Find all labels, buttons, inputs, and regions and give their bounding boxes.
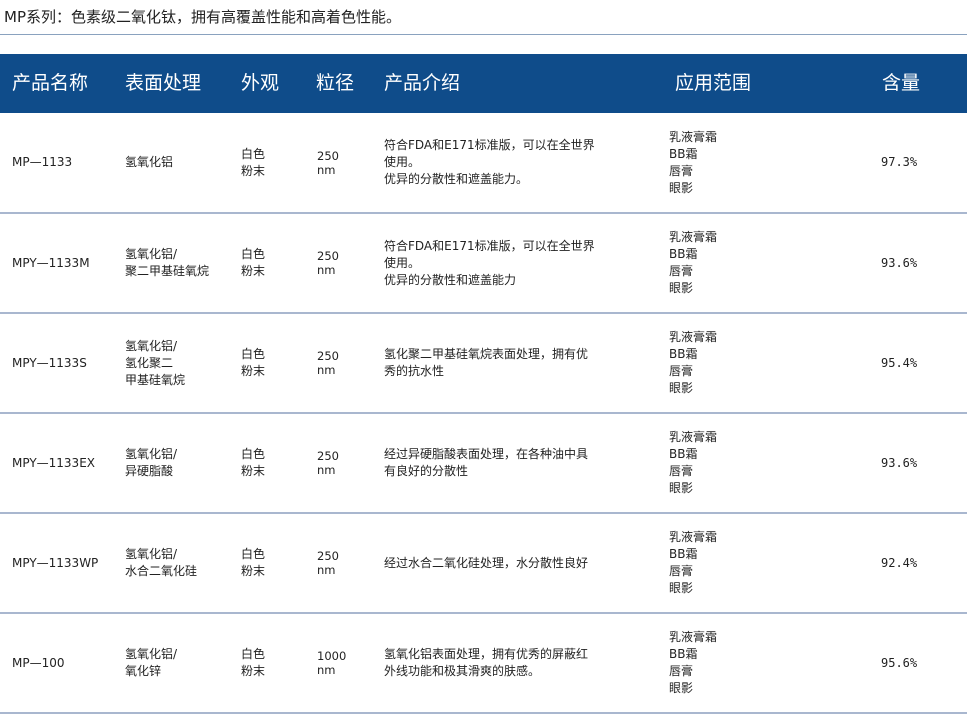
table-row: MPY—1133M 氢氧化铝/ 聚二甲基硅氧烷 白色 粉末 250 nm 符合F… xyxy=(0,214,967,314)
cell-appearance: 白色 粉末 xyxy=(241,547,266,578)
cell-surface-treatment: 氢氧化铝/ 聚二甲基硅氧烷 xyxy=(125,247,210,278)
table-row: MP—1133 氢氧化铝 白色 粉末 250 nm 符合FDA和E171标准版，… xyxy=(0,113,967,214)
cell-description: 符合FDA和E171标准版，可以在全世界 使用。 优异的分散性和遮盖能力 xyxy=(384,238,595,287)
cell-application: 乳液膏霜 BB霜 唇膏 眼影 xyxy=(669,530,718,595)
header-product-name: 产品名称 xyxy=(12,72,89,94)
table-row: MPY—1133WP 氢氧化铝/ 水合二氧化硅 白色 粉末 250 nm 经过水… xyxy=(0,514,967,614)
cell-particle-size: 250 nm xyxy=(317,349,339,377)
header-content: 含量 xyxy=(882,72,921,94)
cell-appearance: 白色 粉末 xyxy=(241,647,266,678)
cell-content: 95.4% xyxy=(881,355,918,370)
page-title: MP系列：色素级二氧化钛，拥有高覆盖性能和高着色性能。 xyxy=(4,8,401,26)
cell-product-name: MPY—1133M xyxy=(12,255,90,270)
title-divider xyxy=(0,34,967,35)
cell-description: 符合FDA和E171标准版，可以在全世界 使用。 优异的分散性和遮盖能力。 xyxy=(384,138,595,186)
table-row: MP—100 氢氧化铝/ 氧化锌 白色 粉末 1000 nm 氢氧化铝表面处理，… xyxy=(0,614,967,714)
table-row: MPY—1133S 氢氧化铝/ 氢化聚二 甲基硅氧烷 白色 粉末 250 nm … xyxy=(0,314,967,414)
cell-application: 乳液膏霜 BB霜 唇膏 眼影 xyxy=(669,630,718,695)
cell-content: 95.6% xyxy=(881,655,918,670)
cell-particle-size: 250 nm xyxy=(317,249,339,277)
cell-surface-treatment: 氢氧化铝 xyxy=(125,155,174,169)
cell-content: 97.3% xyxy=(881,155,918,169)
cell-product-name: MPY—1133S xyxy=(12,355,87,370)
cell-particle-size: 1000 nm xyxy=(317,649,347,677)
cell-application: 乳液膏霜 BB霜 唇膏 眼影 xyxy=(669,129,718,195)
header-surface-treatment: 表面处理 xyxy=(125,72,202,94)
cell-particle-size: 250 nm xyxy=(317,148,339,177)
cell-particle-size: 250 nm xyxy=(317,549,339,577)
cell-appearance: 白色 粉末 xyxy=(241,347,266,378)
cell-surface-treatment: 氢氧化铝/ 异硬脂酸 xyxy=(125,447,178,478)
cell-appearance: 白色 粉末 xyxy=(241,146,266,178)
product-table: 产品名称 表面处理 外观 粒径 产品介绍 应用范围 含量 MP—1133 氢氧化… xyxy=(0,54,967,714)
header-description: 产品介绍 xyxy=(384,72,461,94)
table-row: MPY—1133EX 氢氧化铝/ 异硬脂酸 白色 粉末 250 nm 经过异硬脂… xyxy=(0,414,967,514)
header-application: 应用范围 xyxy=(675,72,752,94)
cell-content: 93.6% xyxy=(881,455,918,470)
cell-application: 乳液膏霜 BB霜 唇膏 眼影 xyxy=(669,430,718,495)
cell-product-name: MPY—1133EX xyxy=(12,455,95,470)
cell-application: 乳液膏霜 BB霜 唇膏 眼影 xyxy=(669,330,718,395)
cell-description: 氢氧化铝表面处理，拥有优秀的屏蔽红 外线功能和极其滑爽的肤感。 xyxy=(384,647,589,678)
cell-particle-size: 250 nm xyxy=(317,449,339,477)
cell-description: 经过水合二氧化硅处理，水分散性良好 xyxy=(384,555,589,570)
cell-surface-treatment: 氢氧化铝/ 水合二氧化硅 xyxy=(125,547,198,578)
cell-content: 93.6% xyxy=(881,255,918,270)
cell-application: 乳液膏霜 BB霜 唇膏 眼影 xyxy=(669,230,718,295)
table-header: 产品名称 表面处理 外观 粒径 产品介绍 应用范围 含量 xyxy=(0,54,967,113)
cell-product-name: MPY—1133WP xyxy=(12,555,99,570)
cell-product-name: MP—100 xyxy=(12,655,65,670)
header-particle-size: 粒径 xyxy=(316,72,355,94)
cell-content: 92.4% xyxy=(881,555,918,570)
header-appearance: 外观 xyxy=(241,72,280,94)
cell-product-name: MP—1133 xyxy=(12,155,73,169)
cell-appearance: 白色 粉末 xyxy=(241,447,266,478)
cell-appearance: 白色 粉末 xyxy=(241,247,266,278)
cell-surface-treatment: 氢氧化铝/ 氢化聚二 甲基硅氧烷 xyxy=(125,338,186,387)
cell-surface-treatment: 氢氧化铝/ 氧化锌 xyxy=(125,647,178,678)
cell-description: 经过异硬脂酸表面处理，在各种油中具 有良好的分散性 xyxy=(384,447,589,478)
cell-description: 氢化聚二甲基硅氧烷表面处理，拥有优 秀的抗水性 xyxy=(384,347,589,378)
